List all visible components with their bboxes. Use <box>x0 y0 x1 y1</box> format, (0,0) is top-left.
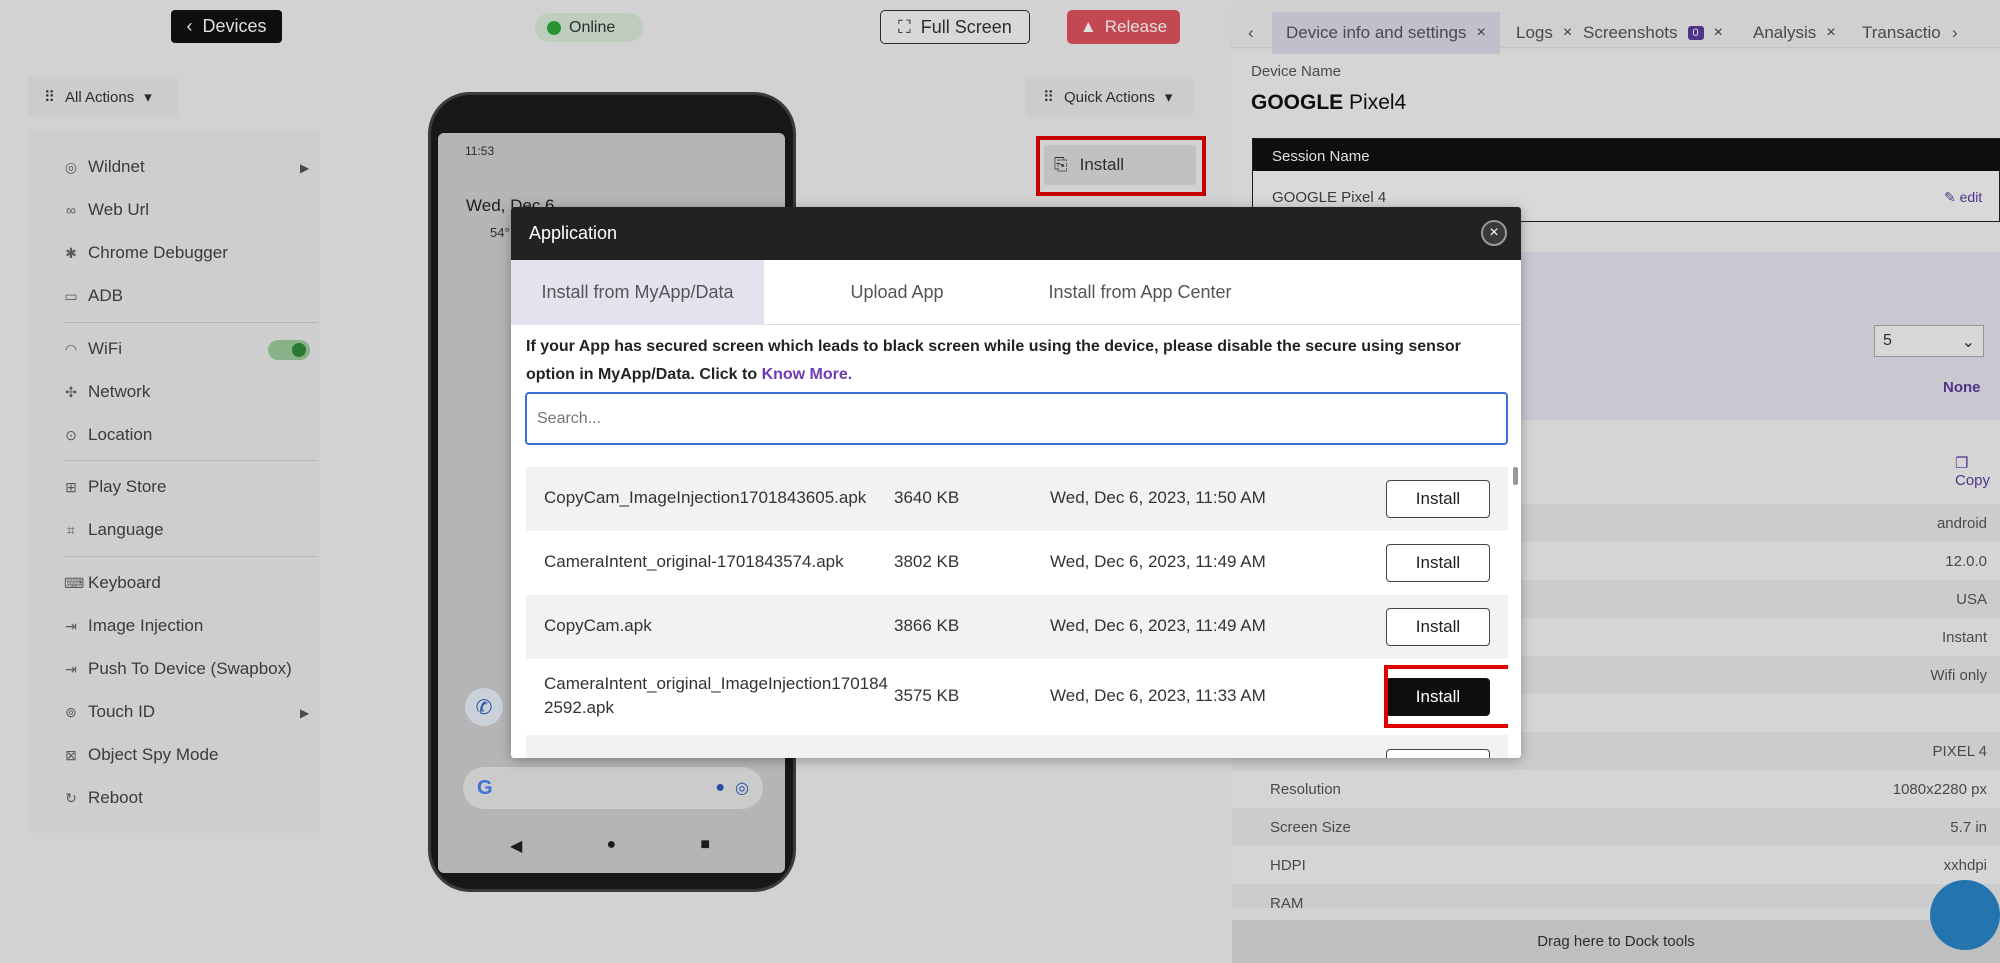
app-date: Wed, Dec 6, 2023, 11:50 AM <box>1050 488 1266 507</box>
app-name-line: CameraIntent_original_ImageInjection1701… <box>544 674 889 693</box>
table-row: CameraIntent_original-1701843574.apk 380… <box>526 531 1508 595</box>
app-size: 3866 KB <box>894 616 960 635</box>
highlight-box <box>1384 665 1508 728</box>
app-size: 3575 KB <box>894 686 960 705</box>
table-row: CopyCam.apk 3866 KB Wed, Dec 6, 2023, 11… <box>526 595 1508 659</box>
app-date: Wed, Dec 6, 2023, 11:33 AM <box>1050 686 1266 705</box>
app-date: Wed, Dec 6, 2023, 11:49 AM <box>1050 616 1266 635</box>
table-row: CameraIntent_original_ImageInjection1701… <box>526 659 1508 735</box>
tab-install-from-myapp[interactable]: Install from MyApp/Data <box>511 260 764 325</box>
application-modal: Application × Install from MyApp/Data Up… <box>511 207 1521 758</box>
app-search-input[interactable] <box>525 392 1508 445</box>
modal-title: Application <box>529 223 618 243</box>
table-row <box>526 735 1508 758</box>
close-icon[interactable]: × <box>1481 220 1507 246</box>
notice-text: If your App has secured screen which lea… <box>526 338 1461 383</box>
app-name: CameraIntent_original-1701843574.apk <box>544 552 844 571</box>
app-name: CameraIntent_original_ImageInjection1701… <box>544 672 888 720</box>
app-name-line: 2592.apk <box>544 698 614 717</box>
install-button[interactable]: Install <box>1386 544 1490 582</box>
app-date: Wed, Dec 6, 2023, 11:49 AM <box>1050 552 1266 571</box>
modal-header: Application × <box>511 207 1521 260</box>
app-name: CopyCam.apk <box>544 616 652 635</box>
install-button[interactable] <box>1386 749 1490 758</box>
know-more-link[interactable]: Know More. <box>762 366 853 383</box>
modal-tabs: Install from MyApp/Data Upload App Insta… <box>511 260 1521 325</box>
app-list: CopyCam_ImageInjection1701843605.apk 364… <box>526 467 1508 758</box>
app-size: 3802 KB <box>894 552 960 571</box>
app-size: 3640 KB <box>894 488 960 507</box>
secure-screen-notice: If your App has secured screen which lea… <box>526 333 1511 389</box>
list-scrollbar[interactable] <box>1513 467 1518 485</box>
install-button[interactable]: Install <box>1386 608 1490 646</box>
tab-install-from-app-center[interactable]: Install from App Center <box>1019 260 1261 325</box>
table-row: CopyCam_ImageInjection1701843605.apk 364… <box>526 467 1508 531</box>
install-button[interactable]: Install <box>1386 480 1490 518</box>
app-name: CopyCam_ImageInjection1701843605.apk <box>544 488 867 507</box>
tab-upload-app[interactable]: Upload App <box>797 260 997 325</box>
